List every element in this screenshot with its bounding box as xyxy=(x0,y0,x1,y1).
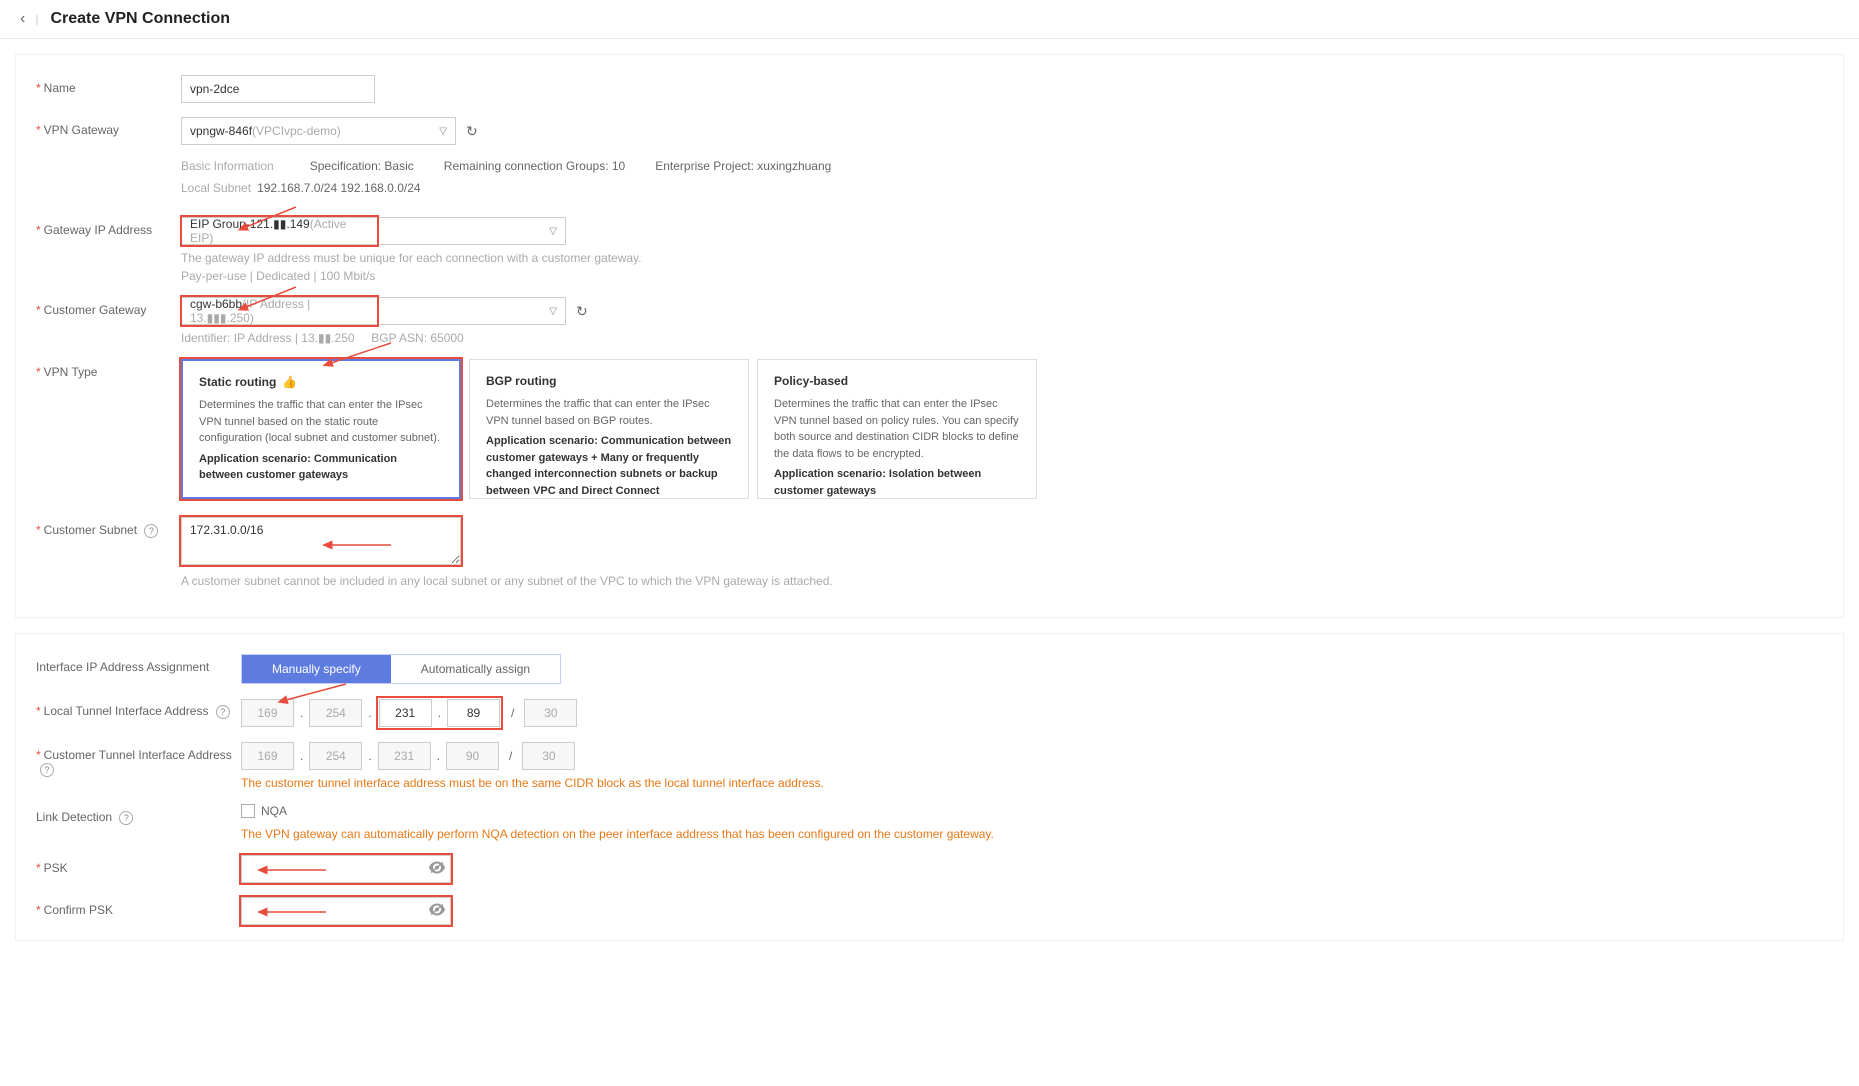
gateway-ip-pay: Pay-per-use | Dedicated | 100 Mbit/s xyxy=(181,269,1823,283)
name-input[interactable] xyxy=(181,75,375,103)
nqa-checkbox[interactable]: NQA xyxy=(241,804,287,818)
row-iface-assign: Interface IP Address Assignment Manually… xyxy=(36,654,1823,684)
toggle-manual[interactable]: Manually specify xyxy=(242,655,391,683)
local-subnet-label: Local Subnet xyxy=(181,181,251,195)
customer-tunnel-warn: The customer tunnel interface address mu… xyxy=(241,776,1823,790)
help-icon[interactable]: ? xyxy=(40,763,54,777)
chevron-down-icon: ▽ xyxy=(439,126,447,137)
panel-basic: *Name *VPN Gateway vpngw-846f(VPCIvpc-de… xyxy=(15,54,1844,618)
label-vpn-type: *VPN Type xyxy=(36,359,181,379)
row-gateway-ip: *Gateway IP Address EIP Group-121.▮▮.149… xyxy=(36,217,1823,283)
row-customer-subnet: *Customer Subnet ? 172.31.0.0/16 A custo… xyxy=(36,517,1823,588)
remaining-value: Remaining connection Groups: 10 xyxy=(444,159,625,173)
row-psk: *PSK xyxy=(36,855,1823,883)
local-oct2 xyxy=(309,699,362,727)
local-oct4[interactable] xyxy=(447,699,500,727)
local-oct3[interactable] xyxy=(379,699,432,727)
label-iface-assign: Interface IP Address Assignment xyxy=(36,654,241,674)
header-divider: | xyxy=(35,12,38,26)
help-icon[interactable]: ? xyxy=(216,705,230,719)
label-customer-gateway: *Customer Gateway xyxy=(36,297,181,317)
label-gateway-ip: *Gateway IP Address xyxy=(36,217,181,237)
label-link-detection: Link Detection ? xyxy=(36,804,241,825)
refresh-icon[interactable]: ↻ xyxy=(466,123,478,140)
thumbs-up-icon: 👍 xyxy=(282,375,297,389)
card-title: BGP routing xyxy=(486,374,732,388)
vpn-type-policy-card[interactable]: Policy-based Determines the traffic that… xyxy=(757,359,1037,499)
checkbox-box xyxy=(241,804,255,818)
psk-input[interactable] xyxy=(241,855,451,883)
spec-value: Specification: Basic xyxy=(310,159,414,173)
cgw-bgp: BGP ASN: 65000 xyxy=(371,331,464,345)
row-customer-tunnel: *Customer Tunnel Interface Address ? . .… xyxy=(36,742,1823,790)
cust-oct4 xyxy=(446,742,499,770)
cust-oct2 xyxy=(309,742,362,770)
link-detection-warn: The VPN gateway can automatically perfor… xyxy=(241,827,1823,841)
help-icon[interactable]: ? xyxy=(119,811,133,825)
customer-gateway-select[interactable]: cgw-b6bb(IP Address | 13.▮▮▮.250) ▽ xyxy=(181,297,566,325)
local-oct1 xyxy=(241,699,294,727)
cust-mask xyxy=(522,742,575,770)
row-confirm-psk: *Confirm PSK xyxy=(36,897,1823,925)
row-name: *Name xyxy=(36,75,1823,103)
row-vpn-type: *VPN Type Static routing 👍 Determines the… xyxy=(36,359,1823,499)
eye-icon[interactable] xyxy=(429,862,445,877)
local-subnet-value: 192.168.7.0/24 192.168.0.0/24 xyxy=(257,181,420,195)
card-scenario: Application scenario: Communication betw… xyxy=(486,433,732,499)
cust-oct1 xyxy=(241,742,294,770)
label-psk: *PSK xyxy=(36,855,241,875)
label-confirm-psk: *Confirm PSK xyxy=(36,897,241,917)
label-local-tunnel: *Local Tunnel Interface Address ? xyxy=(36,698,241,719)
label-name: *Name xyxy=(36,75,181,95)
gateway-ip-select[interactable]: EIP Group-121.▮▮.149(Active EIP) ▽ xyxy=(181,217,566,245)
card-title: Policy-based xyxy=(774,374,1020,388)
back-icon[interactable]: ‹ xyxy=(20,10,25,28)
cust-oct3 xyxy=(378,742,431,770)
confirm-psk-input[interactable] xyxy=(241,897,451,925)
cgw-identifier: Identifier: IP Address | 13.▮▮.250 xyxy=(181,331,355,345)
toggle-auto[interactable]: Automatically assign xyxy=(391,655,560,683)
row-vpn-gateway: *VPN Gateway vpngw-846f(VPCIvpc-demo) ▽ … xyxy=(36,117,1823,203)
page-title: Create VPN Connection xyxy=(50,10,230,28)
card-scenario: Application scenario: Communication betw… xyxy=(199,451,443,484)
panel-tunnel: Interface IP Address Assignment Manually… xyxy=(15,633,1844,941)
gateway-ip-hint: The gateway IP address must be unique fo… xyxy=(181,251,1823,265)
vpn-type-bgp-card[interactable]: BGP routing Determines the traffic that … xyxy=(469,359,749,499)
nqa-label: NQA xyxy=(261,804,287,818)
basic-info-label: Basic Information xyxy=(181,159,274,173)
label-vpn-gateway: *VPN Gateway xyxy=(36,117,181,137)
local-mask xyxy=(524,699,577,727)
label-customer-tunnel: *Customer Tunnel Interface Address ? xyxy=(36,742,241,777)
row-customer-gateway: *Customer Gateway cgw-b6bb(IP Address | … xyxy=(36,297,1823,345)
page-header: ‹ | Create VPN Connection xyxy=(0,0,1859,39)
vpn-gateway-select[interactable]: vpngw-846f(VPCIvpc-demo) ▽ xyxy=(181,117,456,145)
card-scenario: Application scenario: Isolation between … xyxy=(774,466,1020,499)
row-local-tunnel: *Local Tunnel Interface Address ? . . . … xyxy=(36,698,1823,728)
eye-icon[interactable] xyxy=(429,904,445,919)
card-desc: Determines the traffic that can enter th… xyxy=(199,397,443,447)
row-link-detection: Link Detection ? NQA The VPN gateway can… xyxy=(36,804,1823,841)
customer-subnet-hint: A customer subnet cannot be included in … xyxy=(181,574,1823,588)
help-icon[interactable]: ? xyxy=(144,524,158,538)
card-desc: Determines the traffic that can enter th… xyxy=(774,396,1020,462)
label-customer-subnet: *Customer Subnet ? xyxy=(36,517,181,538)
enterprise-value: Enterprise Project: xuxingzhuang xyxy=(655,159,831,173)
content: *Name *VPN Gateway vpngw-846f(VPCIvpc-de… xyxy=(0,54,1859,976)
chevron-down-icon: ▽ xyxy=(549,306,557,317)
chevron-down-icon: ▽ xyxy=(549,226,557,237)
customer-subnet-input[interactable]: 172.31.0.0/16 xyxy=(181,517,461,565)
iface-assign-toggle: Manually specify Automatically assign xyxy=(241,654,561,684)
card-desc: Determines the traffic that can enter th… xyxy=(486,396,732,429)
refresh-icon[interactable]: ↻ xyxy=(576,303,588,320)
vpn-type-static-card[interactable]: Static routing 👍 Determines the traffic t… xyxy=(181,359,461,499)
card-title: Static routing xyxy=(199,375,276,389)
